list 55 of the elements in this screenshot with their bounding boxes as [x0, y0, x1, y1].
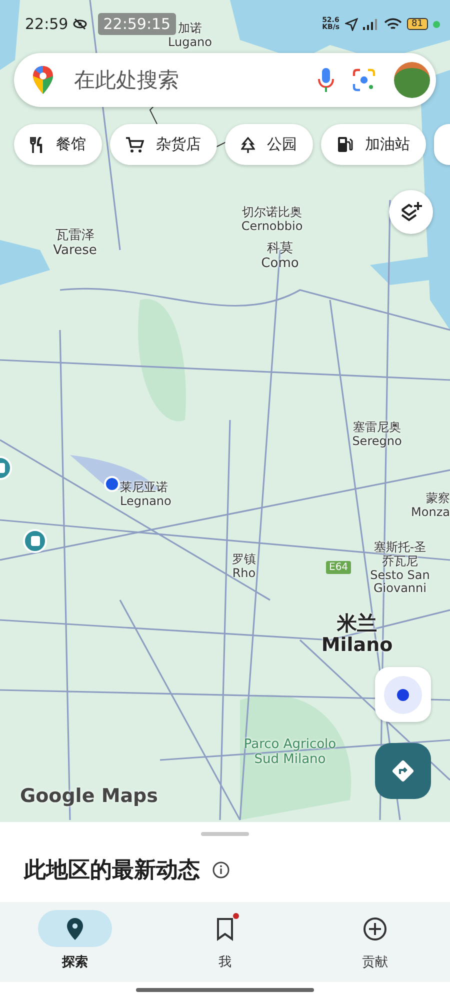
map-logo: Google Maps	[20, 785, 158, 807]
category-chip[interactable]: 杂货店	[110, 124, 217, 165]
avatar[interactable]	[394, 62, 430, 98]
nav-tab[interactable]: 贡献	[300, 902, 450, 982]
tree-icon	[241, 136, 255, 152]
place-label: Milano	[320, 635, 394, 657]
search-input[interactable]: 在此处搜索	[72, 67, 300, 93]
place-label: Sesto San Giovanni	[369, 568, 431, 596]
location-arrow-icon	[344, 18, 358, 30]
drag-handle[interactable]	[201, 832, 249, 836]
place-label: Varese	[52, 244, 98, 259]
sheet-title: 此地区的最新动态	[24, 857, 200, 885]
place-label: 塞雷尼奥	[352, 421, 402, 435]
place-label: 瓦雷泽	[54, 229, 96, 244]
cart-icon	[126, 136, 144, 152]
info-icon[interactable]	[212, 861, 230, 879]
place-label: Parco Agricolo Sud Milano	[242, 738, 338, 768]
category-chip[interactable]: 餐馆	[14, 124, 102, 165]
road-shield: E64	[326, 561, 352, 574]
place-label: 塞斯托-圣乔瓦尼	[372, 541, 428, 569]
search-field[interactable]: 在此处搜索	[14, 53, 436, 107]
my-location-button[interactable]	[375, 667, 431, 722]
place-label: Rho	[231, 566, 257, 581]
bookmark-icon	[216, 916, 234, 940]
map-pin-logo-icon	[32, 65, 54, 95]
place-label: Seregno	[351, 434, 403, 449]
place-label: 罗镇	[231, 553, 257, 567]
signal-icon	[362, 18, 379, 30]
microphone-icon[interactable]	[318, 67, 334, 93]
place-label: Legnano	[120, 494, 172, 509]
nav-tab[interactable]: 我	[150, 902, 300, 982]
category-chip[interactable]: 公园	[225, 124, 313, 165]
camera-lens-icon[interactable]	[352, 68, 376, 92]
place-label: 科莫	[266, 242, 294, 257]
place-label: 切尔诺比奥	[241, 206, 303, 220]
directions-button[interactable]	[375, 743, 431, 799]
fuel-pump-icon	[337, 136, 353, 153]
status-time: 22:59	[25, 15, 68, 33]
map-pin-icon	[66, 916, 84, 940]
place-label: 米兰	[336, 612, 378, 635]
battery-indicator: 81	[406, 18, 428, 30]
floating-clock: 22:59:15	[98, 13, 176, 35]
place-label: Cernobbio	[240, 220, 304, 234]
place-label: Monza	[410, 506, 450, 520]
category-chip[interactable]: 加油站	[321, 124, 426, 165]
fork-knife-icon	[30, 136, 44, 152]
place-label: Lugano	[167, 36, 213, 50]
nav-tab[interactable]: 探索	[0, 902, 150, 982]
place-label: 蒙察	[425, 492, 450, 506]
eye-off-icon	[73, 18, 88, 30]
layers-icon	[399, 200, 423, 224]
plus-circle-icon	[363, 916, 387, 940]
wifi-icon	[384, 18, 402, 30]
place-label: 莱尼亚诺	[120, 481, 169, 495]
place-label: Como	[260, 256, 300, 272]
